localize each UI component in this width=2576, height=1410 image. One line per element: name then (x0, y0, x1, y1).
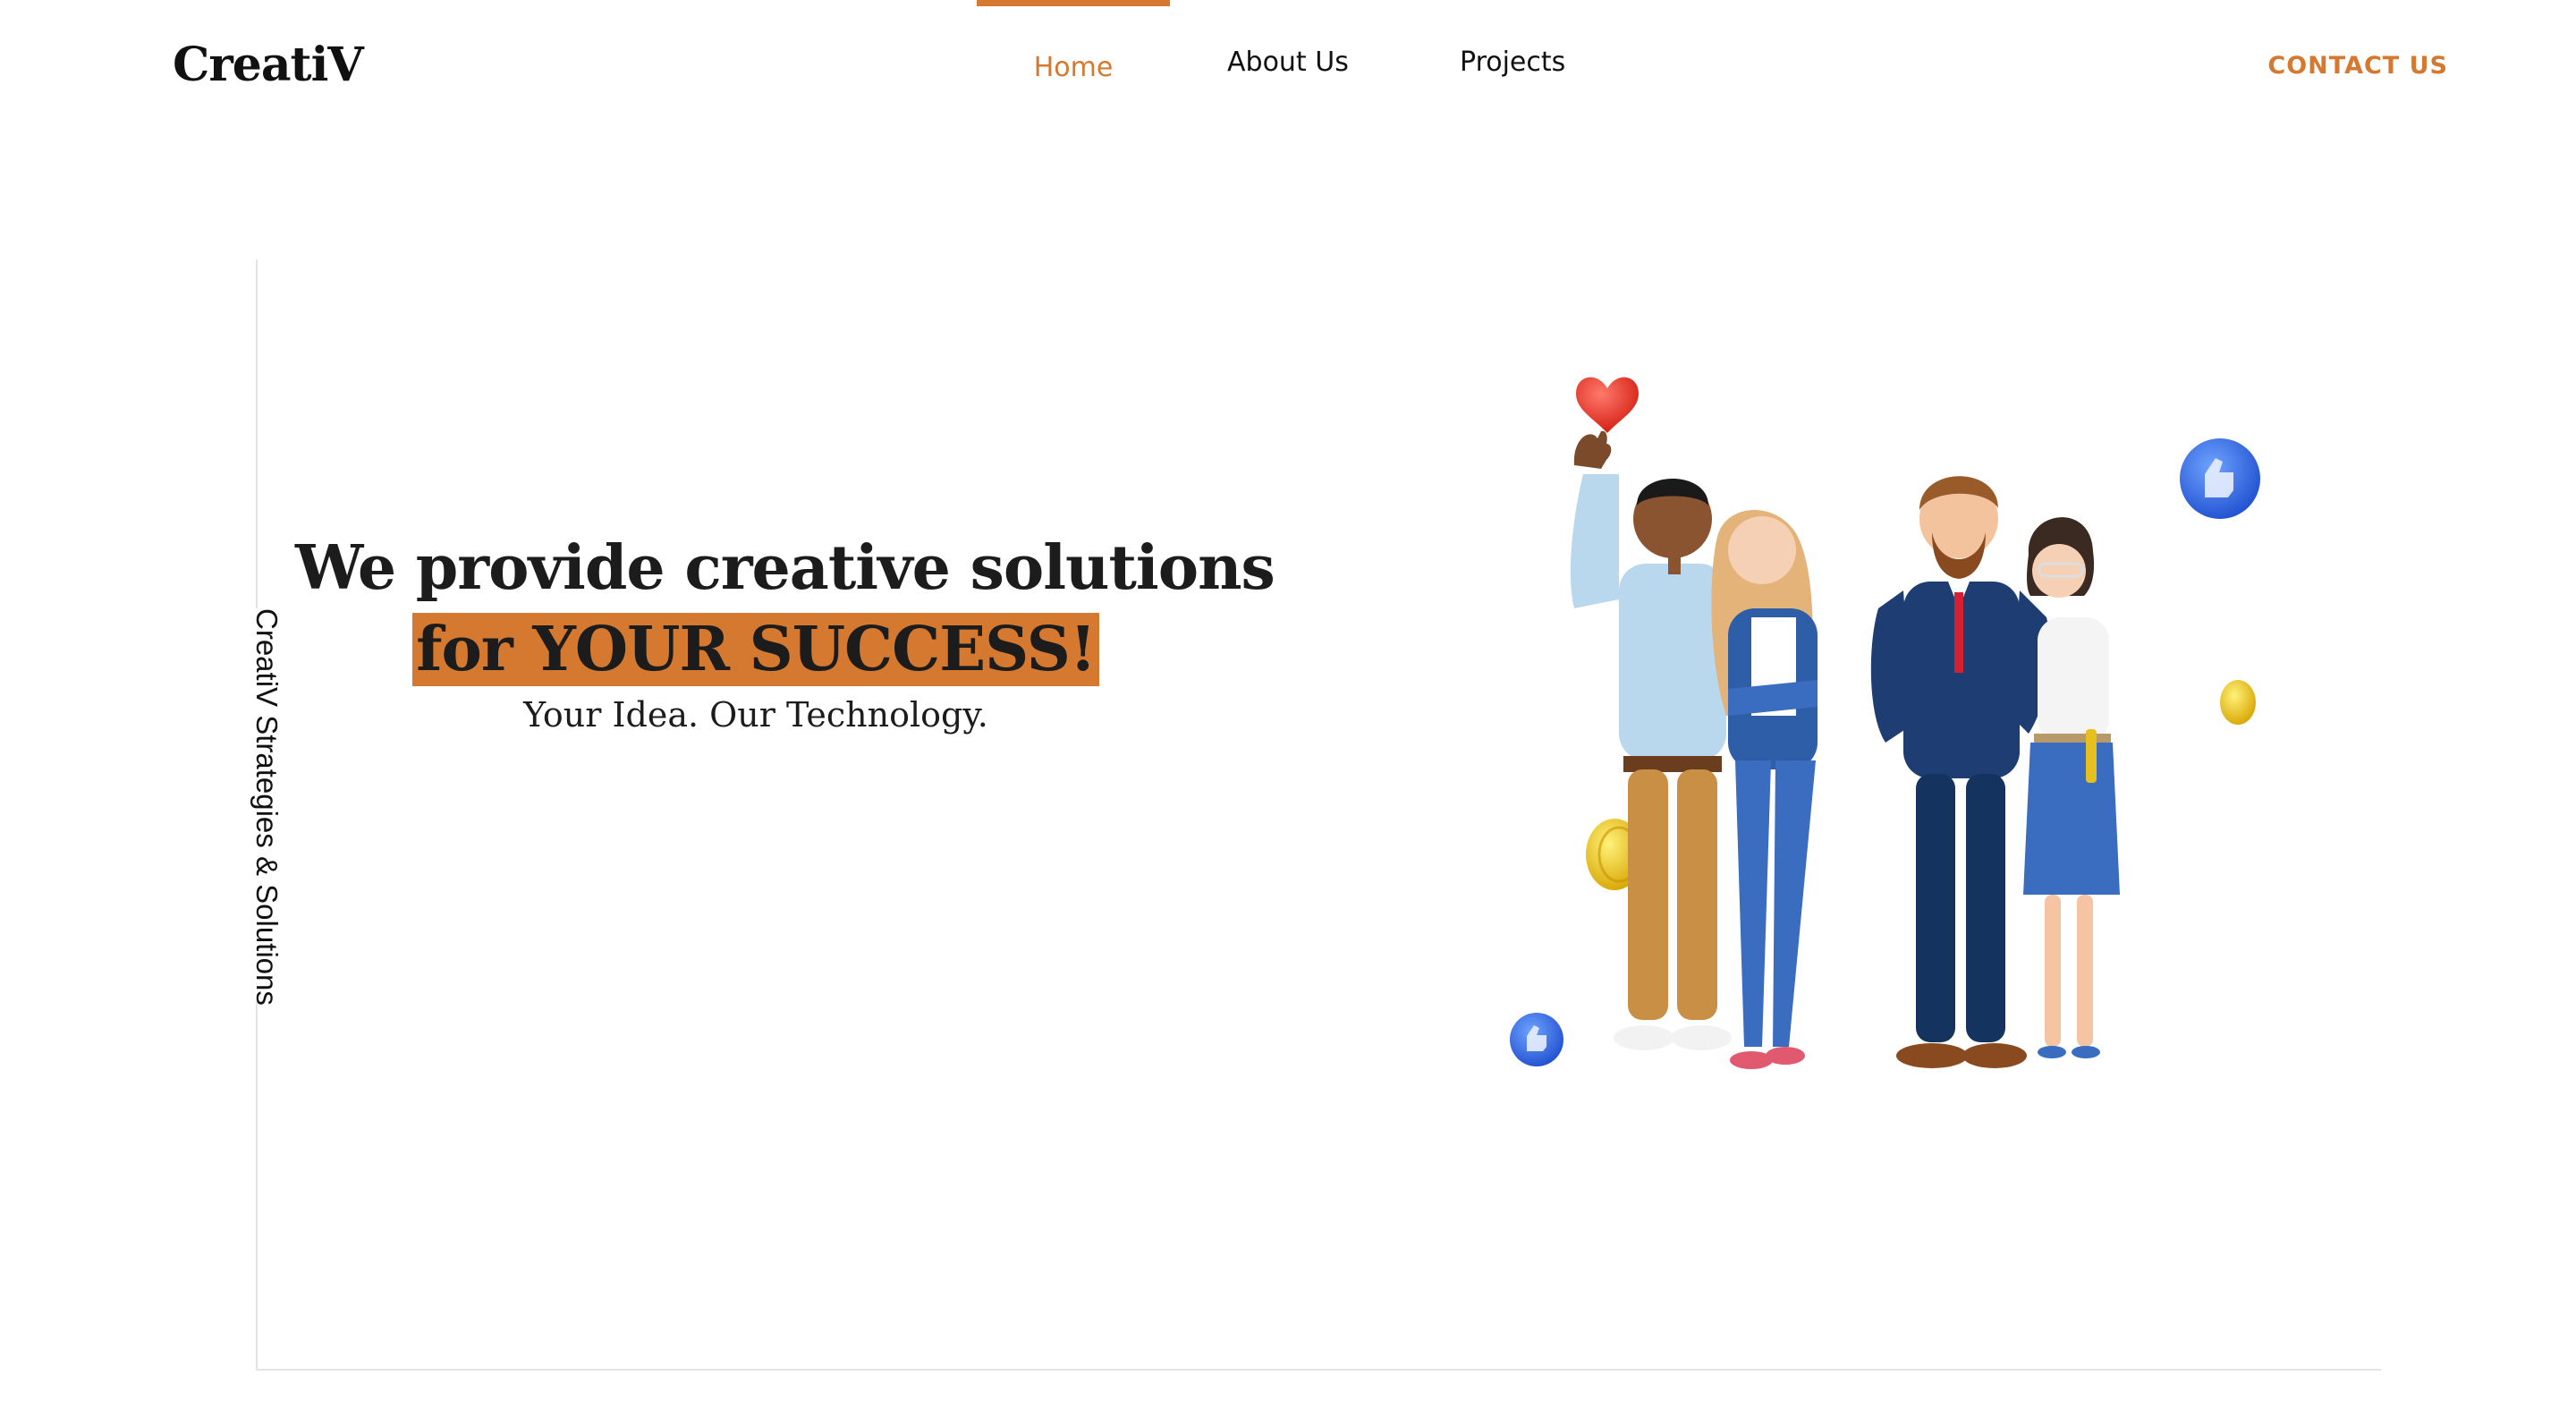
hero-heading: We provide creative solutions (295, 532, 1275, 604)
vertical-tagline: CreatiV Strategies & Solutions (247, 608, 286, 1006)
active-indicator (977, 0, 1170, 6)
hero-subtitle: Your Idea. Our Technology. (523, 695, 988, 735)
coin-icon (2220, 680, 2256, 725)
hero-highlight: for YOUR SUCCESS! (412, 613, 1099, 686)
nav-projects[interactable]: Projects (1460, 43, 1565, 82)
nav-about-us[interactable]: About Us (1227, 43, 1349, 82)
frame-bottom-line (256, 1369, 2381, 1371)
hero-section: We provide creative solutions for YOUR S… (295, 523, 1275, 740)
nav-home-label: Home (1033, 52, 1114, 83)
main-nav: Home About Us Projects (0, 0, 2576, 125)
person-woman-glasses (2023, 517, 2120, 1058)
person-man-suit (1870, 476, 2050, 1068)
heart-icon (1576, 377, 1639, 433)
thumbs-up-icon (2180, 438, 2260, 519)
thumbs-up-icon (1510, 1013, 1563, 1066)
person-man-waving (1570, 430, 1732, 1050)
team-illustration (1510, 377, 2260, 1069)
nav-home[interactable]: Home (977, 0, 1170, 125)
contact-us-link[interactable]: CONTACT US (2267, 47, 2448, 86)
person-woman-blonde (1711, 510, 1818, 1069)
